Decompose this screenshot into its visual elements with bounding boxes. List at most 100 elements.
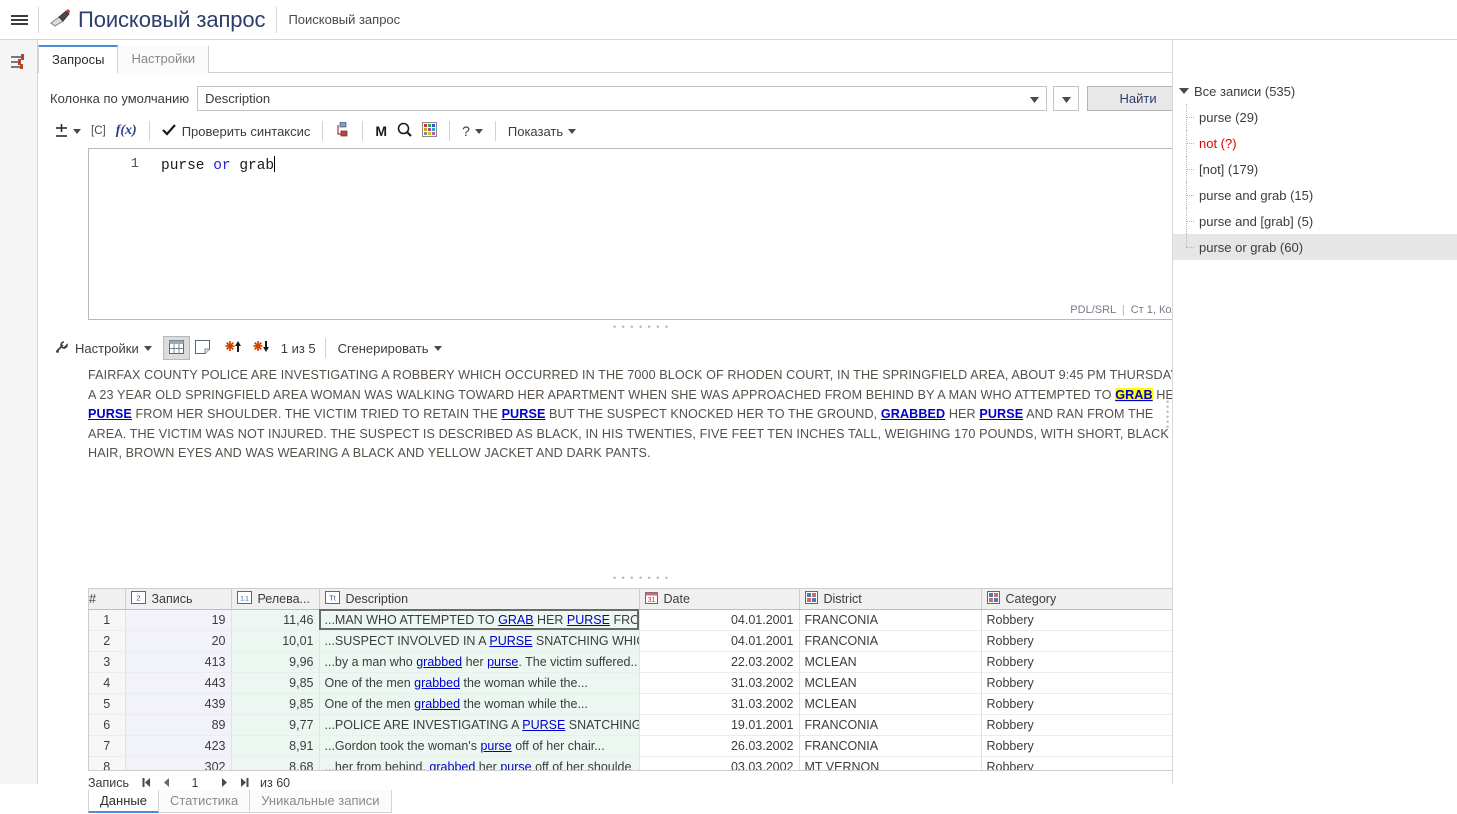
horizontal-splitter-bottom[interactable]: • • • • • • • — [613, 573, 670, 583]
column-header-description[interactable]: Tt Description — [319, 589, 640, 610]
matched-term[interactable]: PURSE — [979, 407, 1023, 421]
cell-district[interactable]: MCLEAN — [799, 672, 982, 694]
cell-category[interactable]: Robbery — [981, 735, 1192, 757]
tree-item[interactable]: purse or grab (60) — [1173, 234, 1457, 260]
generate-button[interactable]: Сгенерировать — [333, 336, 447, 360]
structure-tree-button[interactable] — [330, 119, 355, 143]
cell-record[interactable]: 20 — [125, 630, 232, 652]
table-row[interactable]: 3 413 9,96 ...by a man who grabbed her purs… — [89, 651, 1192, 673]
cell-district[interactable]: FRANCONIA — [799, 714, 982, 736]
next-hit-button[interactable] — [247, 336, 275, 360]
cell-description[interactable]: ...POLICE ARE INVESTIGATING A PURSE SNAT… — [319, 714, 640, 736]
results-table[interactable]: #2 Запись 1.1 Релева... Tt Description 31 Date D… — [88, 588, 1203, 771]
cell-relevance[interactable]: 9,85 — [231, 672, 320, 694]
card-view-button[interactable] — [190, 336, 215, 360]
triangle-down-icon[interactable] — [1179, 88, 1189, 94]
cell-record[interactable]: 413 — [125, 651, 232, 673]
sliders-settings-icon[interactable] — [0, 40, 38, 82]
cell-date[interactable]: 31.03.2002 — [639, 693, 800, 715]
tab-data[interactable]: Данные — [88, 790, 159, 813]
first-record-icon[interactable] — [136, 774, 156, 791]
editor-code-line[interactable]: purse or grab — [161, 156, 276, 174]
prev-record-icon[interactable] — [156, 774, 176, 791]
table-row[interactable]: 4 443 9,85 One of the men grabbed the woman… — [89, 672, 1192, 694]
cell-date[interactable]: 31.03.2002 — [639, 672, 800, 694]
chevron-down-icon[interactable] — [1030, 91, 1040, 106]
matched-term[interactable]: purse — [487, 655, 518, 669]
cell-district[interactable]: MCLEAN — [799, 651, 982, 673]
grid-view-button[interactable] — [162, 336, 190, 360]
matched-term[interactable]: PURSE — [502, 407, 546, 421]
matched-term[interactable]: purse — [500, 760, 531, 771]
cell-date[interactable]: 19.01.2001 — [639, 714, 800, 736]
function-button[interactable]: f(x) — [111, 119, 142, 143]
show-menu-button[interactable]: Показать — [503, 119, 581, 143]
cell-record[interactable]: 89 — [125, 714, 232, 736]
tree-root-node[interactable]: Все записи (535) — [1173, 78, 1457, 104]
vertical-splitter[interactable]: • • • • • • — [1166, 398, 1169, 432]
tree-item[interactable]: not (?) — [1173, 130, 1457, 156]
horizontal-splitter-top[interactable]: • • • • • • • — [613, 322, 670, 332]
matched-term[interactable]: PURSE — [522, 718, 565, 732]
matched-term[interactable]: GRABBED — [881, 407, 945, 421]
cell-description[interactable]: ...MAN WHO ATTEMPTED TO GRAB HER PURSE F… — [319, 609, 640, 631]
cell-district[interactable]: MT VERNON — [799, 756, 982, 770]
table-row[interactable]: 2 20 10,01 ...SUSPECT INVOLVED IN A PURSE S… — [89, 630, 1192, 652]
matched-term[interactable]: purse — [480, 739, 511, 753]
cell-record[interactable]: 302 — [125, 756, 232, 770]
table-row[interactable]: 5 439 9,85 One of the men grabbed the woman… — [89, 693, 1192, 715]
plus-minus-button[interactable] — [50, 119, 86, 143]
tree-item[interactable]: purse and [grab] (5) — [1173, 208, 1457, 234]
tree-item[interactable]: [not] (179) — [1173, 156, 1457, 182]
tab-settings[interactable]: Настройки — [118, 46, 210, 73]
matched-term[interactable]: grabbed — [414, 676, 460, 690]
hamburger-menu-icon[interactable] — [0, 0, 38, 39]
cell-relevance[interactable]: 10,01 — [231, 630, 320, 652]
next-record-icon[interactable] — [214, 774, 234, 791]
check-syntax-button[interactable]: Проверить синтаксис — [157, 119, 316, 143]
cell-category[interactable]: Robbery — [981, 693, 1192, 715]
color-palette-button[interactable] — [417, 119, 442, 143]
matched-term[interactable]: grabbed — [416, 655, 462, 669]
matched-term[interactable]: PURSE — [88, 407, 132, 421]
tab-statistics[interactable]: Статистика — [158, 790, 251, 813]
query-editor[interactable]: 1 purse or grab PDL/SRL | Ст 1, Кол 13 — [88, 148, 1199, 320]
cell-category[interactable]: Robbery — [981, 672, 1192, 694]
table-row[interactable]: 8 302 8,68 ...her from behind, grabbed her … — [89, 756, 1192, 771]
column-header-[interactable]: 1.1 Релева... — [231, 589, 320, 610]
cell-district[interactable]: FRANCONIA — [799, 630, 982, 652]
cell-description[interactable]: One of the men grabbed the woman while t… — [319, 693, 640, 715]
matched-term[interactable]: grabbed — [414, 697, 460, 711]
cell-description[interactable]: One of the men grabbed the woman while t… — [319, 672, 640, 694]
cell-description[interactable]: ...SUSPECT INVOLVED IN A PURSE SNATCHING… — [319, 630, 640, 652]
table-row[interactable]: 6 89 9,77 ...POLICE ARE INVESTIGATING A PUR… — [89, 714, 1192, 736]
cell-relevance[interactable]: 8,68 — [231, 756, 320, 770]
table-row[interactable]: 1 19 11,46 ...MAN WHO ATTEMPTED TO GRAB HER… — [89, 609, 1192, 631]
cell-district[interactable]: MCLEAN — [799, 693, 982, 715]
morphology-button[interactable]: M — [370, 119, 392, 143]
cell-description[interactable]: ...by a man who grabbed her purse. The v… — [319, 651, 640, 673]
default-column-dropdown-button[interactable] — [1053, 85, 1080, 111]
document-preview-pane[interactable]: FAIRFAX COUNTY POLICE ARE INVESTIGATING … — [88, 362, 1199, 564]
cell-date[interactable]: 04.01.2001 — [639, 630, 800, 652]
cell-district[interactable]: FRANCONIA — [799, 609, 982, 631]
matched-term[interactable]: PURSE — [489, 634, 532, 648]
matched-term[interactable]: PURSE — [567, 613, 610, 627]
previous-hit-button[interactable] — [219, 336, 247, 360]
cell-category[interactable]: Robbery — [981, 651, 1192, 673]
highlighted-term[interactable]: GRAB — [1115, 387, 1153, 402]
cell-record[interactable]: 439 — [125, 693, 232, 715]
cell-category[interactable]: Robbery — [981, 609, 1192, 631]
help-button[interactable]: ? — [457, 119, 488, 143]
last-record-icon[interactable] — [234, 774, 254, 791]
column-header-district[interactable]: District — [799, 589, 982, 610]
cell-date[interactable]: 03.03.2002 — [639, 756, 800, 770]
cell-description[interactable]: ...Gordon took the woman's purse off of … — [319, 735, 640, 757]
column-header-date[interactable]: 31 Date — [639, 589, 800, 610]
column-header-[interactable]: # — [89, 589, 126, 610]
matched-term[interactable]: GRAB — [498, 613, 533, 627]
cell-date[interactable]: 04.01.2001 — [639, 609, 800, 631]
cell-category[interactable]: Robbery — [981, 630, 1192, 652]
cell-record[interactable]: 19 — [125, 609, 232, 631]
cell-date[interactable]: 26.03.2002 — [639, 735, 800, 757]
